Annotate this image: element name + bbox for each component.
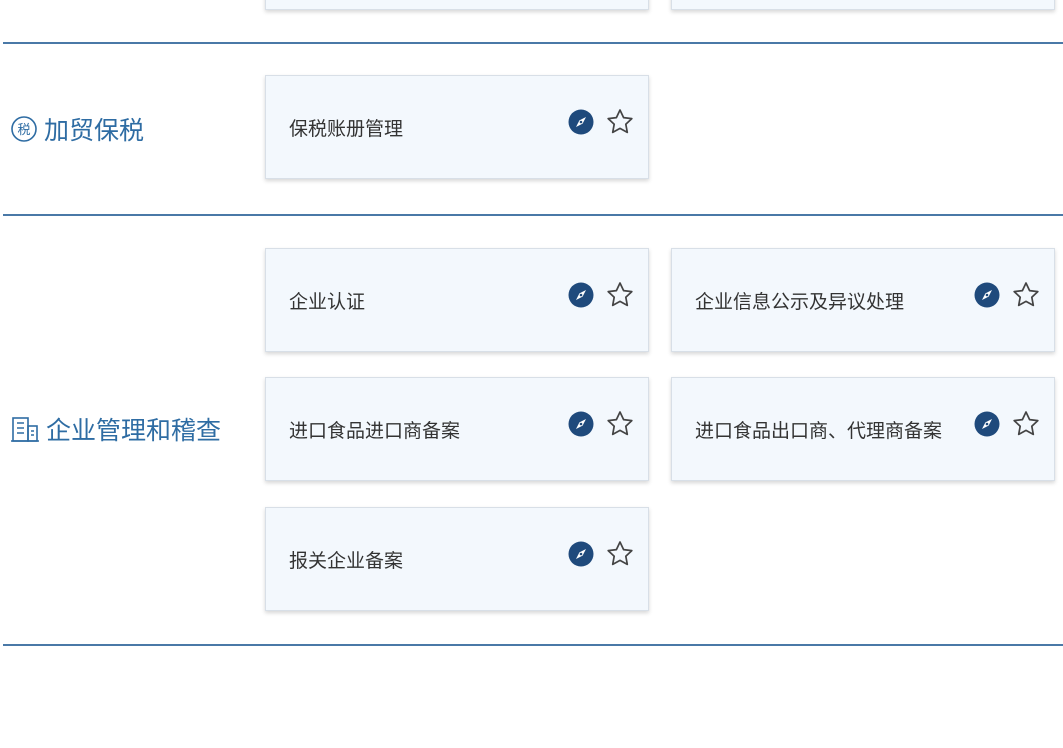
star-icon[interactable] — [1011, 280, 1041, 310]
svg-text:税: 税 — [17, 123, 30, 138]
card-label: 进口食品进口商备案 — [289, 420, 461, 442]
section-title-bonded: 税 加贸保税 — [10, 111, 144, 147]
tax-icon: 税 — [10, 115, 38, 143]
service-card[interactable]: 进口食品进口商备案 — [265, 377, 649, 481]
service-card[interactable]: 保税账册管理 — [265, 75, 649, 179]
section-title-text: 加贸保税 — [44, 116, 145, 145]
star-icon[interactable] — [605, 280, 635, 310]
compass-icon[interactable] — [568, 541, 594, 567]
section-divider — [3, 42, 1063, 44]
service-card[interactable]: 报关企业备案 — [265, 507, 649, 611]
card-label: 企业认证 — [289, 291, 366, 313]
card-label: 保税账册管理 — [289, 118, 404, 140]
star-icon[interactable] — [1011, 409, 1041, 439]
star-icon[interactable] — [605, 539, 635, 569]
compass-icon[interactable] — [974, 411, 1000, 437]
star-icon[interactable] — [605, 107, 635, 137]
star-icon[interactable] — [605, 409, 635, 439]
section-divider — [3, 644, 1063, 646]
compass-icon[interactable] — [568, 411, 594, 437]
service-card[interactable]: 企业认证 — [265, 248, 649, 352]
service-card[interactable]: 企业信息公示及异议处理 — [671, 248, 1055, 352]
section-title-text: 企业管理和稽查 — [46, 416, 222, 445]
compass-icon[interactable] — [974, 282, 1000, 308]
compass-icon[interactable] — [568, 282, 594, 308]
section-divider — [3, 214, 1063, 216]
building-icon — [10, 414, 40, 444]
section-title-enterprise: 企业管理和稽查 — [10, 411, 221, 447]
card-label: 进口食品出口商、代理商备案 — [695, 420, 943, 442]
service-card[interactable]: 进口食品出口商、代理商备案 — [671, 377, 1055, 481]
card-label: 企业信息公示及异议处理 — [695, 291, 905, 313]
compass-icon[interactable] — [568, 109, 594, 135]
partial-card-right[interactable] — [671, 0, 1055, 10]
card-label: 报关企业备案 — [289, 550, 404, 572]
partial-card-left[interactable] — [265, 0, 649, 10]
